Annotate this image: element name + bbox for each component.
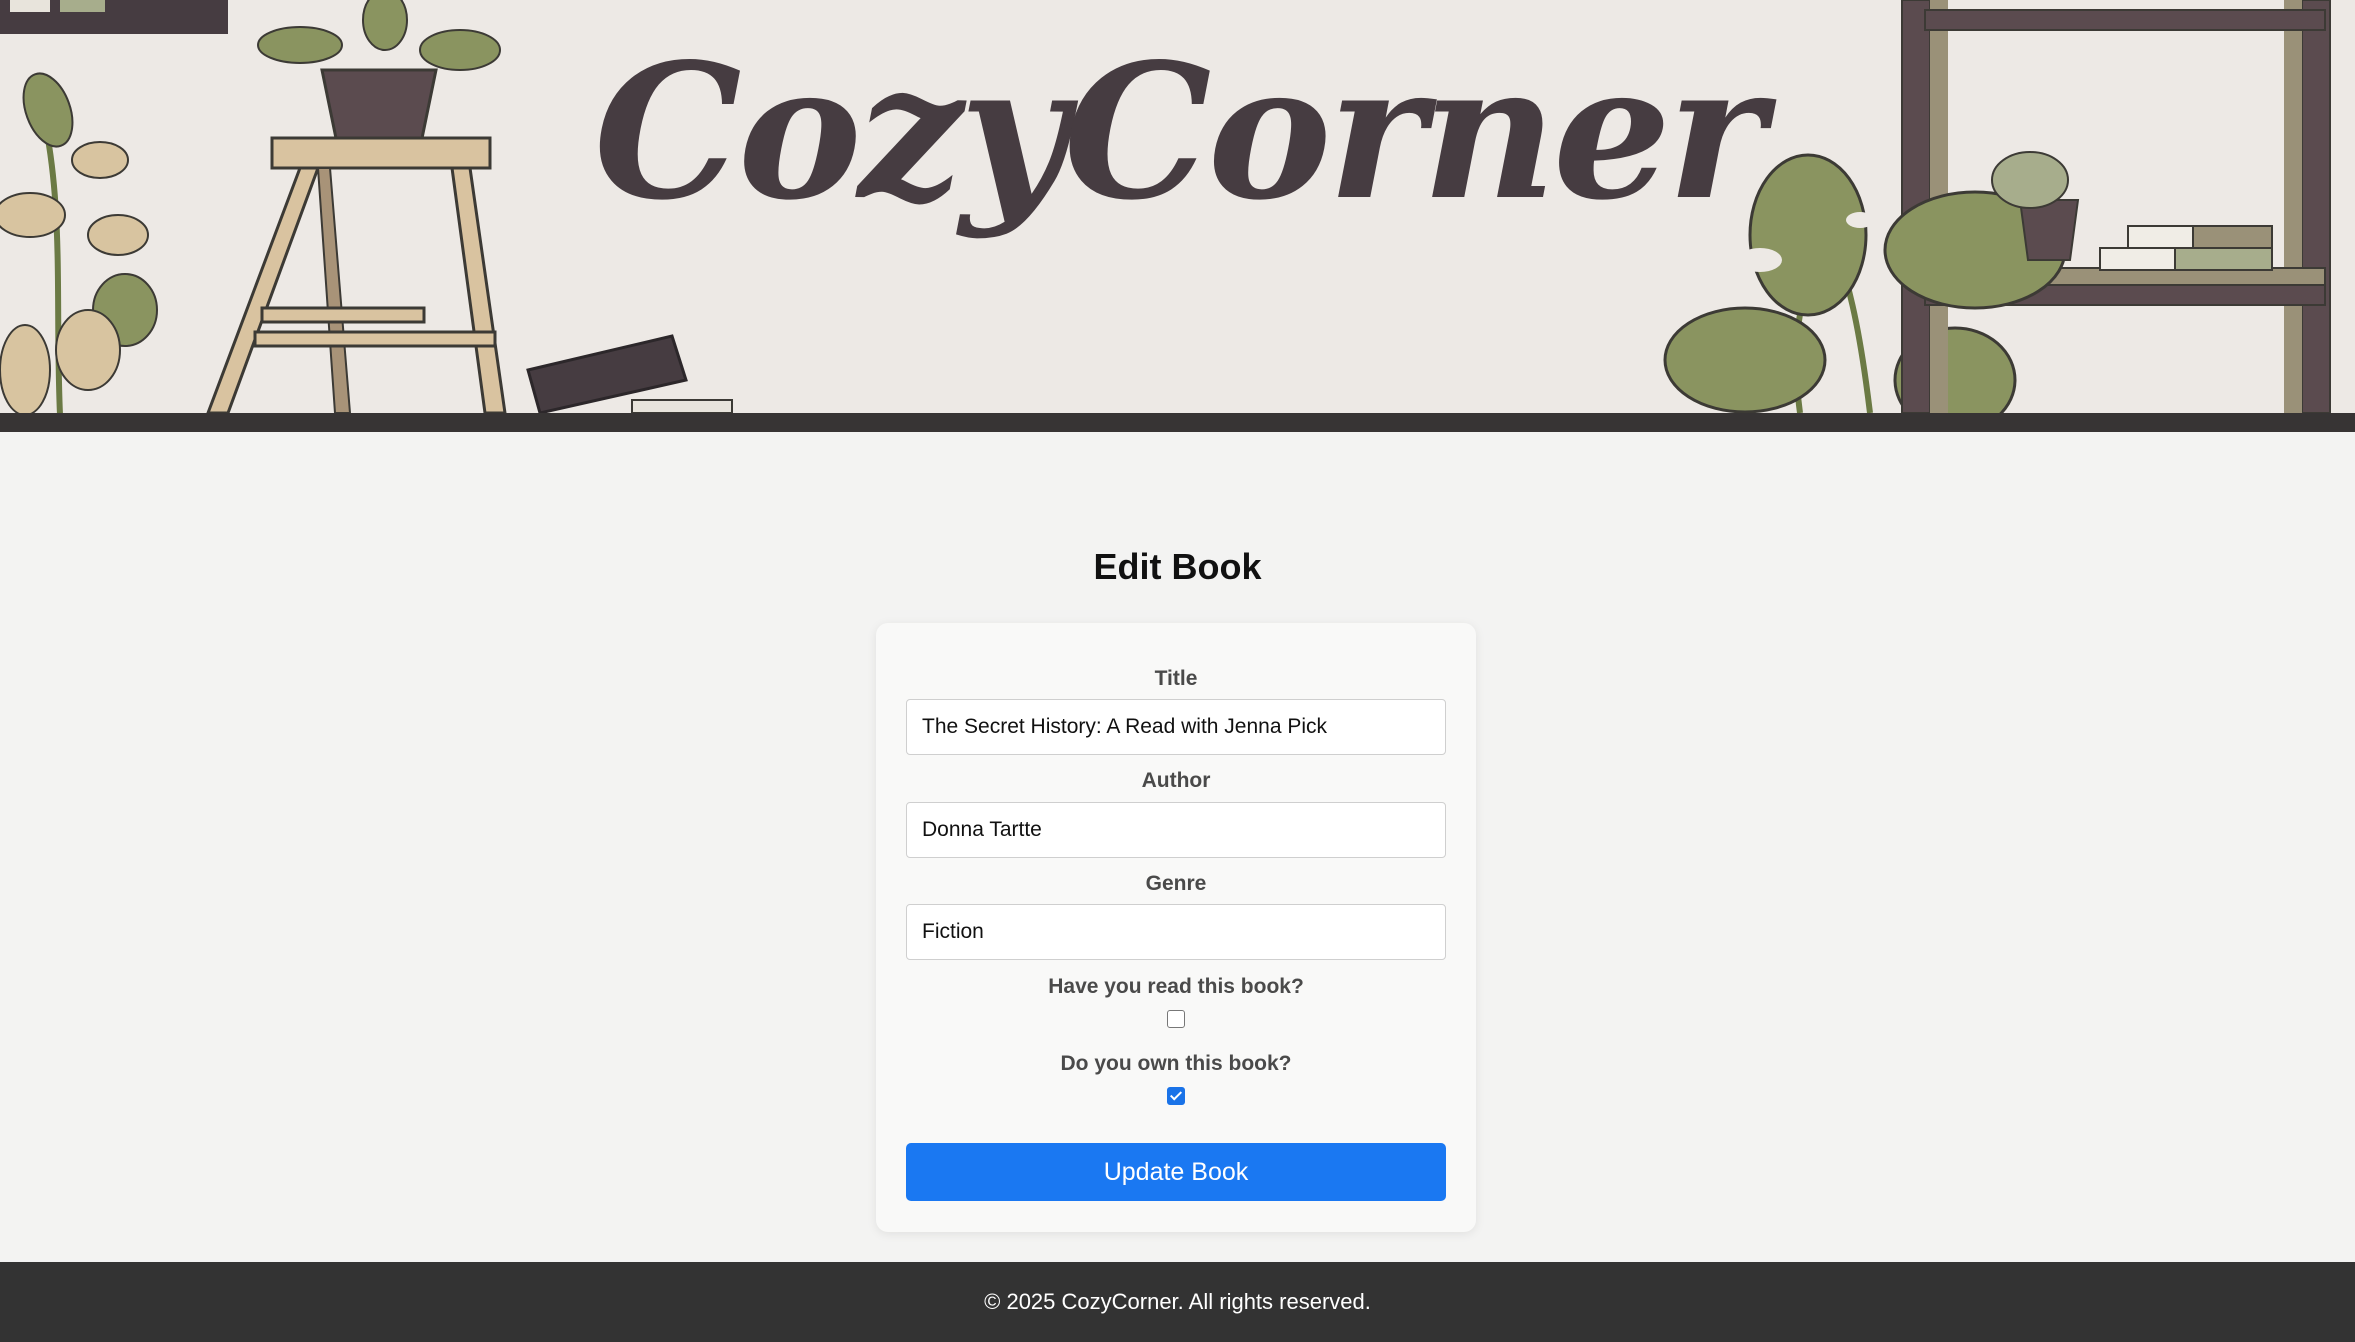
own-label: Do you own this book? [1060,1052,1292,1075]
read-label: Have you read this book? [1048,975,1304,998]
site-logo[interactable]: CozyCorner [0,20,2355,243]
footer: © 2025 CozyCorner. All rights reserved. [0,1262,2355,1342]
own-checkbox[interactable] [1167,1087,1185,1105]
banner-divider [0,413,2355,432]
edit-book-form: Title Author Genre Have you read this bo… [876,623,1476,1232]
footer-copyright: © 2025 CozyCorner. All rights reserved. [984,1289,1371,1314]
read-checkbox[interactable] [1167,1010,1185,1028]
update-book-button[interactable]: Update Book [906,1143,1446,1201]
author-input[interactable] [906,802,1446,858]
page-title: Edit Book [1093,546,1262,587]
author-label: Author [1141,769,1211,792]
genre-input[interactable] [906,904,1446,960]
title-input[interactable] [906,699,1446,755]
header-banner: CozyCorner [0,0,2355,432]
genre-label: Genre [1145,872,1207,895]
title-label: Title [1154,667,1198,690]
